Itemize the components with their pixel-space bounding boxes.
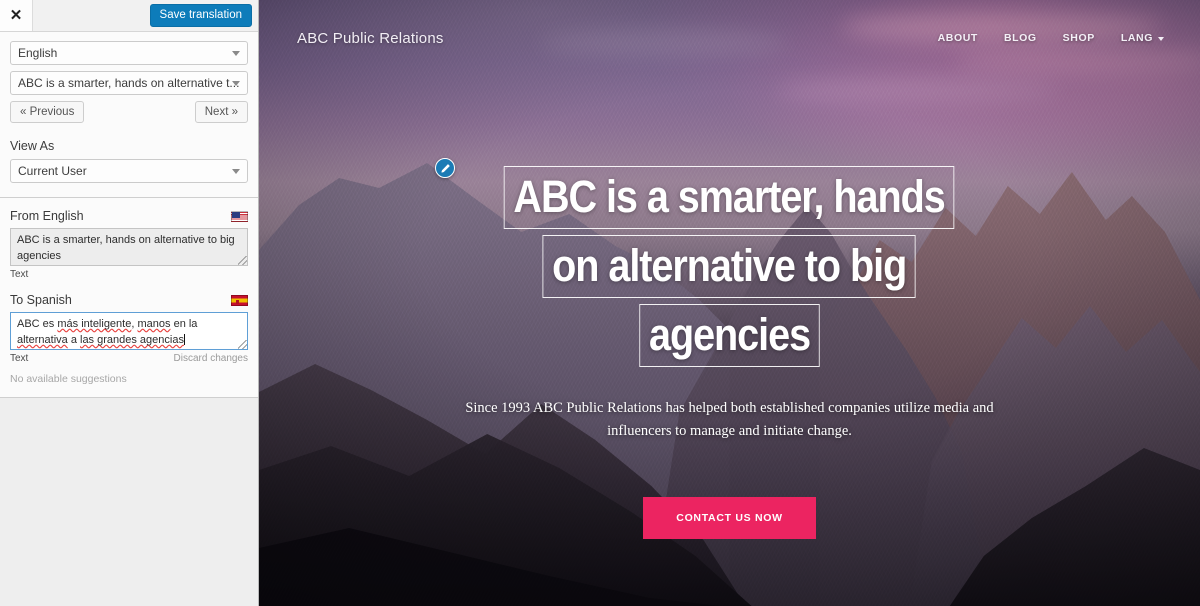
save-translation-button[interactable]: Save translation — [149, 4, 252, 27]
next-button[interactable]: Next » — [194, 101, 248, 123]
hero-section: ABC is a smarter, hands on alternative t… — [259, 0, 1200, 606]
headline-line-2[interactable]: on alternative to big — [542, 235, 917, 298]
misspelled-word: las grandes agencias — [80, 333, 184, 346]
contact-us-button[interactable]: CONTACT US NOW — [643, 496, 816, 539]
view-as-select-value: Current User — [18, 164, 87, 178]
misspelled-word: manos — [137, 318, 171, 330]
hero-headline: ABC is a smarter, hands on alternative t… — [259, 158, 1200, 373]
source-meta-row: Text — [10, 269, 248, 280]
string-select[interactable]: ABC is a smarter, hands on alternative t… — [10, 71, 248, 95]
nav-item-lang[interactable]: LANG — [1121, 32, 1164, 44]
string-select-value: ABC is a smarter, hands on alternative t… — [18, 76, 240, 90]
language-select[interactable]: English — [10, 41, 248, 65]
pencil-edit-icon[interactable] — [435, 158, 455, 178]
chevron-down-icon — [232, 51, 240, 56]
source-language-header: From English — [10, 209, 248, 223]
us-flag-canton — [232, 211, 240, 218]
chevron-down-icon — [1158, 36, 1164, 41]
panel-toolbar: ✕ Save translation — [0, 0, 258, 32]
spain-flag-icon — [231, 294, 248, 306]
source-language-label: From English — [10, 209, 84, 223]
text-cursor — [183, 333, 185, 345]
app-root: ✕ Save translation English ABC is a smar… — [0, 0, 1200, 606]
previous-button[interactable]: « Previous — [10, 101, 85, 123]
view-as-select[interactable]: Current User — [10, 159, 248, 183]
text-run: en la — [170, 318, 198, 330]
close-panel-button[interactable]: ✕ — [0, 0, 33, 31]
nav-item-about-label: ABOUT — [937, 32, 978, 44]
source-textarea[interactable]: ABC is a smarter, hands on alternative t… — [10, 228, 248, 266]
language-select-value: English — [18, 46, 58, 60]
text-run: a — [67, 333, 80, 346]
discard-changes-link[interactable]: Discard changes — [174, 353, 248, 364]
target-meta-row: Text Discard changes — [10, 353, 248, 364]
text-run: ABC es — [17, 318, 58, 330]
view-as-label: View As — [10, 139, 55, 153]
suggestions-text: No available suggestions — [10, 373, 127, 385]
hero-subtitle: Since 1993 ABC Public Relations has help… — [465, 400, 994, 440]
source-textarea-wrap: ABC is a smarter, hands on alternative t… — [10, 228, 248, 266]
translation-panel: ✕ Save translation English ABC is a smar… — [0, 0, 259, 606]
translation-editor-section: From English ABC is a smarter, hands on … — [0, 198, 258, 398]
source-field-type: Text — [10, 269, 29, 280]
spain-flag-crest — [236, 299, 239, 304]
target-field-type: Text — [10, 353, 29, 364]
target-language-header: To Spanish — [10, 293, 248, 307]
target-textarea[interactable]: ABC es más inteligente, manos en la alte… — [10, 312, 248, 350]
nav-item-blog[interactable]: BLOG — [1004, 32, 1037, 44]
panel-empty-area — [0, 398, 258, 606]
close-icon: ✕ — [9, 7, 23, 24]
site-brand[interactable]: ABC Public Relations — [297, 30, 444, 47]
us-flag-icon — [231, 210, 248, 222]
nav-item-lang-label: LANG — [1120, 32, 1153, 44]
pagination-row: « Previous Next » — [10, 101, 248, 123]
headline-line-1[interactable]: ABC is a smarter, hands — [504, 166, 955, 229]
nav-links: ABOUT BLOG SHOP LANG — [938, 32, 1164, 44]
misspelled-word: más inteligente — [57, 318, 132, 330]
nav-item-shop[interactable]: SHOP — [1063, 32, 1095, 44]
panel-controls-section: English ABC is a smarter, hands on alter… — [0, 32, 258, 198]
site-navigation: ABC Public Relations ABOUT BLOG SHOP LAN… — [259, 0, 1200, 76]
chevron-down-icon — [232, 81, 240, 86]
nav-item-about[interactable]: ABOUT — [938, 32, 978, 44]
nav-item-shop-label: SHOP — [1062, 32, 1095, 44]
website-preview: ABC Public Relations ABOUT BLOG SHOP LAN… — [259, 0, 1200, 606]
headline-line-3[interactable]: agencies — [639, 304, 820, 367]
nav-item-blog-label: BLOG — [1003, 32, 1037, 44]
target-language-label: To Spanish — [10, 293, 72, 307]
misspelled-word: alternativa — [17, 333, 68, 346]
chevron-down-icon — [232, 169, 240, 174]
target-textarea-wrap: ABC es más inteligente, manos en la alte… — [10, 312, 248, 350]
